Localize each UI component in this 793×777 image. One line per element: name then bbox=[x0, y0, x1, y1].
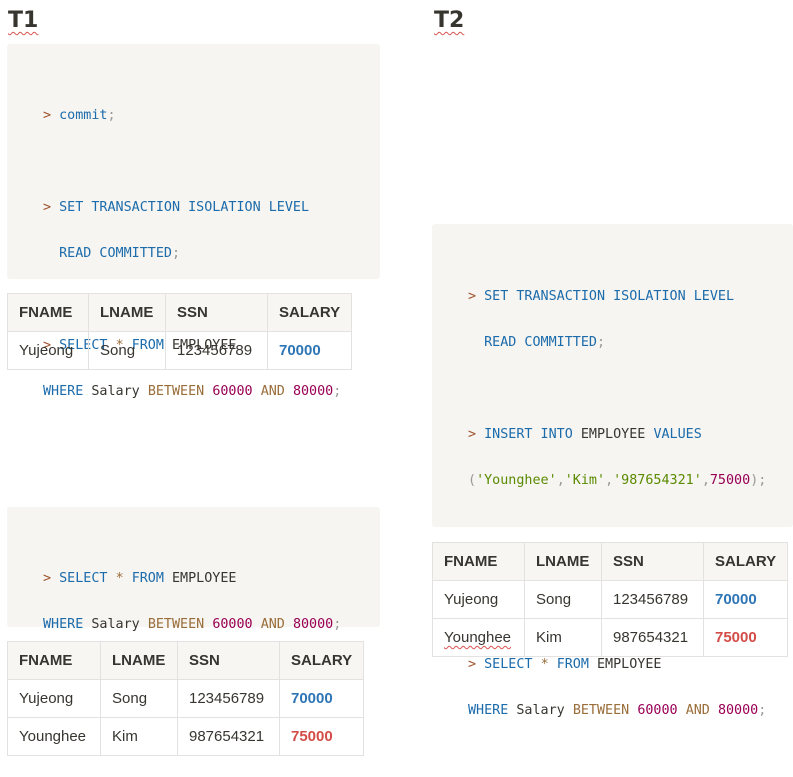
cell-lname: Song bbox=[88, 331, 166, 370]
cell-salary: 70000 bbox=[266, 331, 353, 370]
cell-ssn: 123456789 bbox=[165, 331, 268, 370]
t1-code-block-1[interactable]: > commit; > SET TRANSACTION ISOLATION LE… bbox=[7, 44, 380, 399]
t1-code-block-2[interactable]: > SELECT * FROM EMPLOYEE WHERE Salary BE… bbox=[7, 507, 380, 632]
column-header-ssn: SSN bbox=[165, 293, 268, 332]
cell-salary: 70000 bbox=[278, 679, 365, 718]
cell-salary: 75000 bbox=[278, 717, 365, 756]
column-header-fname: FNAME bbox=[7, 293, 89, 332]
column-header-fname: FNAME bbox=[432, 542, 525, 581]
cell-lname: Song bbox=[100, 679, 178, 718]
column-header-lname: LNAME bbox=[100, 641, 178, 680]
cell-fname: Yujeong bbox=[7, 679, 101, 718]
cell-fname: Yujeong bbox=[7, 331, 89, 370]
cell-fname: Younghee bbox=[432, 618, 525, 657]
cell-ssn: 987654321 bbox=[177, 717, 280, 756]
cell-lname: Kim bbox=[100, 717, 178, 756]
t2-heading: T2 bbox=[434, 8, 465, 33]
cell-salary: 75000 bbox=[702, 618, 789, 657]
table-row: Yujeong Song 123456789 70000 bbox=[7, 331, 353, 370]
table-row: Younghee Kim 987654321 75000 bbox=[7, 717, 365, 756]
table-header-row: FNAME LNAME SSN SALARY bbox=[7, 293, 353, 332]
t1-heading: T1 bbox=[8, 8, 39, 33]
column-header-ssn: SSN bbox=[601, 542, 704, 581]
cell-lname: Song bbox=[524, 580, 602, 619]
table-row: Younghee Kim 987654321 75000 bbox=[432, 618, 789, 657]
cell-fname: Younghee bbox=[7, 717, 101, 756]
t2-code-block[interactable]: > SET TRANSACTION ISOLATION LEVEL READ C… bbox=[432, 224, 793, 718]
cell-ssn: 987654321 bbox=[601, 618, 704, 657]
t1-result-table-2: FNAME LNAME SSN SALARY Yujeong Song 123456789… bbox=[7, 641, 365, 756]
t1-result-table-1: FNAME LNAME SSN SALARY Yujeong Song 123456789… bbox=[7, 293, 353, 370]
table-header-row: FNAME LNAME SSN SALARY bbox=[7, 641, 365, 680]
cell-salary: 70000 bbox=[702, 580, 789, 619]
column-header-salary: SALARY bbox=[266, 293, 353, 332]
cell-lname: Kim bbox=[524, 618, 602, 657]
t2-result-table: FNAME LNAME SSN SALARY Yujeong Song 123456789… bbox=[432, 542, 789, 657]
cell-ssn: 123456789 bbox=[601, 580, 704, 619]
table-row: Yujeong Song 123456789 70000 bbox=[7, 679, 365, 718]
cell-fname: Yujeong bbox=[432, 580, 525, 619]
column-header-salary: SALARY bbox=[278, 641, 365, 680]
column-header-salary: SALARY bbox=[702, 542, 789, 581]
table-row: Yujeong Song 123456789 70000 bbox=[432, 580, 789, 619]
column-header-ssn: SSN bbox=[177, 641, 280, 680]
column-header-lname: LNAME bbox=[524, 542, 602, 581]
table-header-row: FNAME LNAME SSN SALARY bbox=[432, 542, 789, 581]
column-header-fname: FNAME bbox=[7, 641, 101, 680]
column-header-lname: LNAME bbox=[88, 293, 166, 332]
cell-ssn: 123456789 bbox=[177, 679, 280, 718]
